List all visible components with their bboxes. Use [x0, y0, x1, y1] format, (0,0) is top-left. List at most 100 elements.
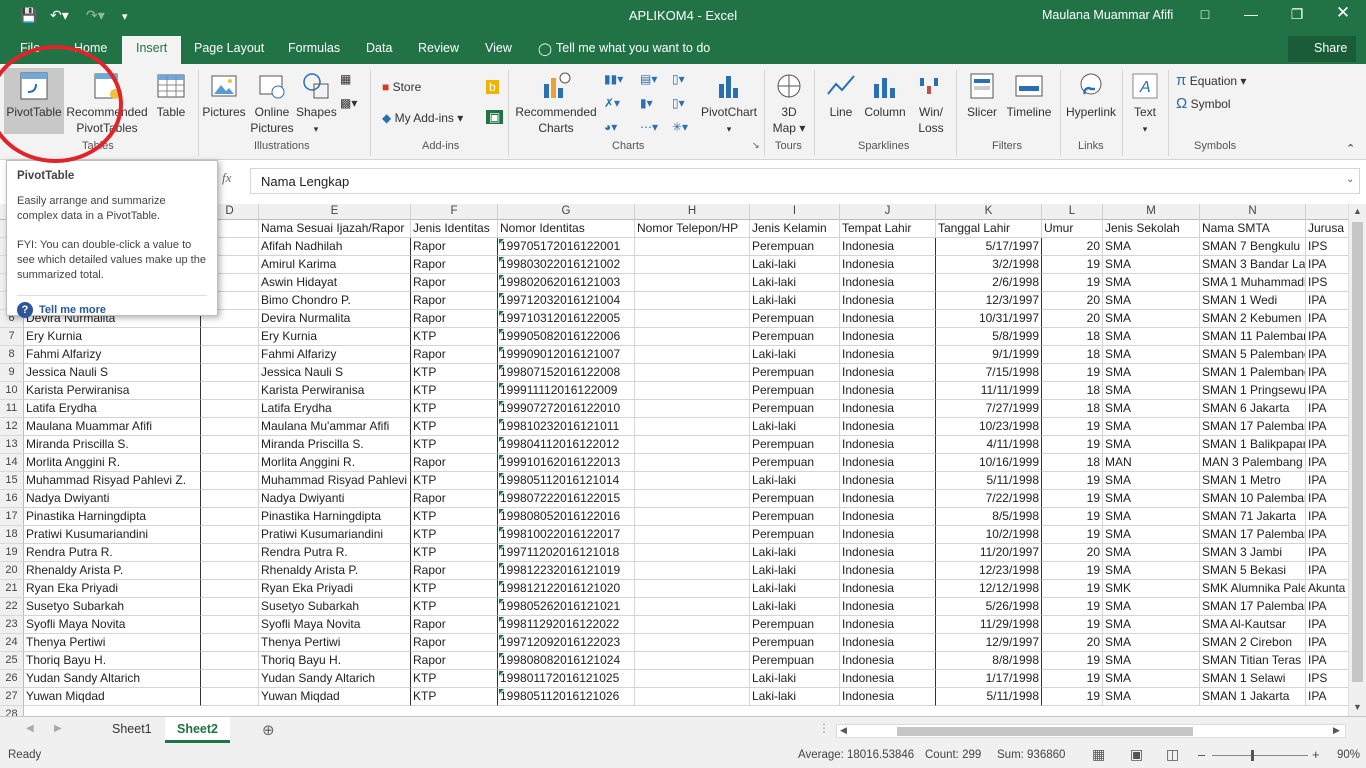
cell-jurusan[interactable]: IPA	[1306, 598, 1348, 616]
cell-tanggal-lahir[interactable]: 10/2/1998	[936, 526, 1042, 544]
cell-jenis-kelamin[interactable]: Laki-laki	[750, 256, 840, 274]
cell-name-ijazah[interactable]: Muhammad Risyad Pahlevi	[259, 472, 411, 490]
cell-tanggal-lahir[interactable]: 1/17/1998	[936, 670, 1042, 688]
cell-d[interactable]	[201, 580, 259, 598]
cell-name[interactable]: Yudan Sandy Altarich	[24, 670, 201, 688]
cell-telepon[interactable]	[635, 580, 750, 598]
cell-telepon[interactable]	[635, 382, 750, 400]
cell-jenis-sekolah[interactable]: SMA	[1103, 670, 1200, 688]
cell-telepon[interactable]	[635, 346, 750, 364]
cell-tanggal-lahir[interactable]: 5/17/1997	[936, 238, 1042, 256]
text-number-warning-icon[interactable]	[499, 311, 504, 316]
cell-telepon[interactable]	[635, 256, 750, 274]
text-number-warning-icon[interactable]	[499, 545, 504, 550]
close-icon[interactable]: ✕	[1328, 3, 1358, 23]
page-break-view-icon[interactable]: ◫	[1166, 746, 1179, 763]
cell-name[interactable]: Syofli Maya Novita	[24, 616, 201, 634]
horizontal-scroll-thumb[interactable]	[897, 727, 1193, 736]
text-number-warning-icon[interactable]	[499, 347, 504, 352]
status-sum[interactable]: Sum: 936860	[997, 749, 1065, 761]
cell-tanggal-lahir[interactable]: 10/16/1999	[936, 454, 1042, 472]
tell-me-more-link[interactable]: ? Tell me more	[17, 295, 207, 318]
text-number-warning-icon[interactable]	[499, 491, 504, 496]
cell-name-ijazah[interactable]: Aswin Hidayat	[259, 274, 411, 292]
cell-nama-smta[interactable]: SMAN 2 Kebumen	[1200, 310, 1306, 328]
cell-jenis-kelamin[interactable]: Perempuan	[750, 400, 840, 418]
cell-jenis-identitas[interactable]: Rapor	[411, 310, 498, 328]
cell-name[interactable]: Muhammad Risyad Pahlevi Z.	[24, 472, 201, 490]
cell-tempat-lahir[interactable]: Indonesia	[840, 418, 936, 436]
cell-d[interactable]	[201, 544, 259, 562]
cell-jenis-identitas[interactable]: KTP	[411, 472, 498, 490]
cell-name[interactable]: Latifa Erydha	[24, 400, 201, 418]
cell-umur[interactable]: 19	[1042, 670, 1103, 688]
cell-nama-smta[interactable]: SMAN 5 Bekasi	[1200, 562, 1306, 580]
cell-jurusan[interactable]: IPA	[1306, 652, 1348, 670]
text-number-warning-icon[interactable]	[499, 635, 504, 640]
cell-d[interactable]	[201, 598, 259, 616]
cell-jenis-sekolah[interactable]: SMA	[1103, 634, 1200, 652]
scroll-left-icon[interactable]: ◀	[840, 725, 847, 736]
text-number-warning-icon[interactable]	[499, 599, 504, 604]
cell-jurusan[interactable]: IPS	[1306, 670, 1348, 688]
cell-name-ijazah[interactable]: Yuwan Miqdad	[259, 688, 411, 706]
shapes-button[interactable]: Shapes ▾	[296, 68, 337, 137]
pivotchart-dropdown-icon[interactable]: ▾	[727, 124, 732, 134]
cell-nomor-identitas[interactable]: 199710312016122005	[498, 310, 635, 328]
online-pictures-button[interactable]: Online Pictures	[248, 68, 296, 136]
line-chart-icon[interactable]: ✗▾	[604, 96, 620, 110]
cell-d[interactable]	[201, 364, 259, 382]
cell-jenis-kelamin[interactable]: Perempuan	[750, 652, 840, 670]
cell-nama-smta[interactable]: SMA Al-Kautsar	[1200, 616, 1306, 634]
cell-telepon[interactable]	[635, 238, 750, 256]
ribbon-display-icon[interactable]: □	[1190, 6, 1220, 22]
cell-jenis-kelamin[interactable]: Laki-laki	[750, 274, 840, 292]
cell-d[interactable]	[201, 472, 259, 490]
tab-review[interactable]: Review	[418, 41, 459, 55]
row-number[interactable]: 21	[0, 580, 24, 598]
cell-tempat-lahir[interactable]: Indonesia	[840, 616, 936, 634]
row-number[interactable]: 25	[0, 652, 24, 670]
pictures-button[interactable]: Pictures	[202, 68, 246, 120]
cell-nomor-identitas[interactable]: 199907272016122010	[498, 400, 635, 418]
row-number[interactable]: 17	[0, 508, 24, 526]
column-chart-icon[interactable]: ▮▮▾	[604, 72, 623, 86]
cell-telepon[interactable]	[635, 490, 750, 508]
cell-name[interactable]: Yuwan Miqdad	[24, 688, 201, 706]
cell-jenis-identitas[interactable]: KTP	[411, 508, 498, 526]
cell-umur[interactable]: 19	[1042, 652, 1103, 670]
cell-name-ijazah[interactable]: Rendra Putra R.	[259, 544, 411, 562]
cell-jenis-sekolah[interactable]: SMA	[1103, 292, 1200, 310]
cell-name[interactable]: Ryan Eka Priyadi	[24, 580, 201, 598]
cell-umur[interactable]: 20	[1042, 310, 1103, 328]
cell-jenis-identitas[interactable]: Rapor	[411, 274, 498, 292]
column-header-n[interactable]: N	[1200, 204, 1306, 220]
cell-tempat-lahir[interactable]: Indonesia	[840, 472, 936, 490]
cell-name[interactable]: Jessica Nauli S	[24, 364, 201, 382]
cell-telepon[interactable]	[635, 616, 750, 634]
add-sheet-icon[interactable]: ⊕	[262, 721, 275, 739]
row-number[interactable]: 10	[0, 382, 24, 400]
cell-jenis-sekolah[interactable]: SMA	[1103, 256, 1200, 274]
cell-nomor-identitas[interactable]: 199805262016121021	[498, 598, 635, 616]
column-header-o[interactable]	[1306, 204, 1348, 220]
cell-d[interactable]	[201, 670, 259, 688]
cell-nama-smta[interactable]: SMAN 3 Jambi	[1200, 544, 1306, 562]
cell-nomor-identitas[interactable]: 199805112016121014	[498, 472, 635, 490]
cell-tanggal-lahir[interactable]: 3/2/1998	[936, 256, 1042, 274]
tab-view[interactable]: View	[485, 41, 512, 55]
people-graph-icon[interactable]: ▣	[486, 110, 504, 124]
cell-name-ijazah[interactable]: Thoriq Bayu H.	[259, 652, 411, 670]
cell-jenis-identitas[interactable]: Rapor	[411, 256, 498, 274]
cell-jenis-identitas[interactable]: KTP	[411, 526, 498, 544]
cell-name[interactable]: Miranda Priscilla S.	[24, 436, 201, 454]
page-layout-view-icon[interactable]: ▣	[1130, 746, 1143, 763]
cell-umur[interactable]: 18	[1042, 382, 1103, 400]
cell-name-ijazah[interactable]: Syofli Maya Novita	[259, 616, 411, 634]
tell-me-search[interactable]: Tell me what you want to do	[556, 41, 710, 55]
text-number-warning-icon[interactable]	[499, 293, 504, 298]
formula-input[interactable]: Nama Lengkap	[250, 168, 1360, 194]
cell-nomor-identitas[interactable]: 199905082016122006	[498, 328, 635, 346]
waterfall-chart-icon[interactable]: ▯▾	[672, 72, 685, 86]
cell-jenis-kelamin[interactable]: Perempuan	[750, 436, 840, 454]
